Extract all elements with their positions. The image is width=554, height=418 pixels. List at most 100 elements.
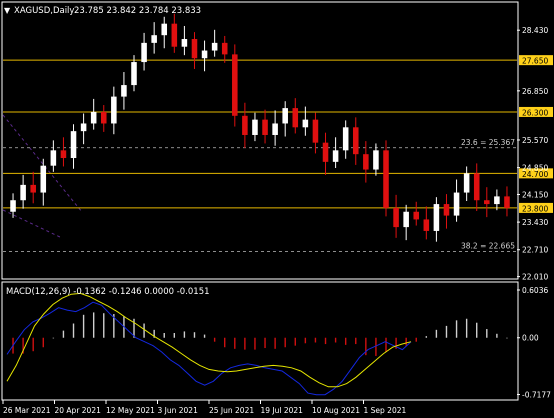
price-tick-label: 28.430 [522, 26, 548, 35]
candle-bull [201, 50, 208, 59]
candle-bull [121, 85, 127, 97]
candle-bull [211, 42, 218, 51]
macd-bar-positive [72, 323, 75, 338]
candle-bull [10, 200, 16, 212]
time-tick-label: 19 Jul 2021 [261, 406, 304, 415]
price-tick-label: 22.710 [522, 246, 548, 255]
macd-bar-positive [193, 332, 196, 338]
candle-bull [342, 127, 349, 151]
macd-bar-negative [213, 337, 216, 342]
candle-bear [423, 219, 430, 231]
macd-bar-negative [254, 337, 256, 350]
candle-bear [473, 173, 480, 201]
candle-bull [252, 119, 258, 135]
candle-bear [383, 150, 389, 208]
candle-bull [50, 150, 57, 166]
time-tick-label: 10 Aug 2021 [312, 406, 360, 415]
macd-bar-positive [52, 337, 55, 339]
candle-bull [433, 204, 440, 231]
macd-bar-negative [314, 337, 317, 343]
macd-bar-positive [183, 331, 186, 338]
candle-bull [494, 196, 500, 205]
candle-bear [312, 119, 319, 143]
candle-bear [363, 154, 369, 170]
candle-bull [20, 184, 26, 201]
macd-tick-label: -0.7177 [522, 391, 551, 400]
candle-bull [373, 150, 379, 170]
macd-bar-negative [294, 337, 296, 346]
menu-arrow-icon[interactable]: ▼ [4, 6, 11, 15]
candle-bear [292, 108, 299, 128]
candle-bull [272, 123, 278, 135]
macd-bar-positive [486, 329, 488, 338]
time-tick-label: 20 Apr 2021 [55, 406, 102, 415]
candle-bull [453, 192, 460, 216]
macd-bar-negative [234, 337, 236, 349]
macd-bar-positive [203, 334, 206, 338]
macd-tick-label: 0.00 [522, 334, 539, 343]
macd-bar-negative [244, 337, 246, 350]
candle-bear [60, 150, 67, 159]
candle-bull [151, 35, 157, 43]
macd-bar-positive [455, 320, 458, 338]
price-tick-label: 26.850 [522, 87, 548, 96]
price-tick-label: 23.430 [522, 218, 548, 227]
level-price-label: 23.800 [522, 204, 548, 213]
candle-bull [161, 23, 168, 36]
candle-bear [322, 142, 329, 162]
macd-bar-positive [92, 312, 95, 338]
candle-bear [30, 184, 36, 193]
macd-bar-positive [435, 329, 438, 338]
candle-bear [504, 196, 510, 208]
candle-bear [242, 115, 248, 135]
macd-bar-positive [62, 330, 65, 338]
macd-bar-positive [163, 333, 165, 338]
macd-bar-negative [224, 337, 226, 348]
macd-bar-negative [375, 337, 377, 356]
macd-bar-positive [143, 323, 145, 338]
candle-bull [131, 62, 137, 86]
macd-title: MACD(12,26,9) -0.1362 -0.1246 0.0000 -0.… [6, 287, 210, 297]
time-tick-label: 26 Mar 2021 [3, 406, 51, 415]
candle-bear [262, 119, 268, 135]
macd-bar-negative [415, 337, 417, 342]
time-tick-label: 1 Sep 2021 [364, 406, 407, 415]
price-tick-label: 24.850 [522, 164, 548, 173]
candle-bear [221, 42, 228, 55]
macd-bar-negative [264, 337, 266, 349]
macd-bar-negative [304, 337, 307, 344]
candle-bull [40, 165, 47, 193]
macd-bar-positive [496, 333, 498, 338]
candle-bull [70, 131, 77, 159]
macd-bar-positive [82, 314, 85, 338]
ohlc-values: 23.785 23.842 23.784 23.833 [74, 6, 201, 16]
macd-bar-positive [173, 333, 176, 338]
candle-bear [100, 111, 107, 124]
candle-bull [403, 211, 409, 228]
level-price-label: 27.650 [522, 57, 548, 66]
macd-bar-positive [465, 318, 468, 338]
candle-bull [141, 42, 147, 63]
trading-chart[interactable]: 27.65026.30024.70023.80023.6 = 25.36738.… [0, 0, 554, 418]
price-tick-label: 22.010 [522, 273, 548, 282]
candle-bull [181, 39, 188, 47]
candle-bear [352, 127, 359, 155]
candle-bear [484, 200, 490, 205]
macd-bar-negative [405, 337, 407, 346]
candle-bear [413, 211, 420, 220]
macd-bar-positive [476, 322, 478, 338]
macd-bar-positive [506, 337, 508, 339]
candle-bear [393, 207, 399, 228]
macd-bar-negative [274, 337, 276, 349]
macd-bar-negative [42, 337, 44, 348]
level-price-label: 26.300 [522, 108, 548, 117]
macd-bar-negative [324, 337, 327, 345]
candle-bull [80, 123, 87, 132]
candle-bull [282, 108, 288, 124]
price-tick-label: 24.150 [522, 190, 548, 199]
chart-background [0, 0, 554, 418]
fib-level-label: 38.2 = 22.665 [461, 241, 515, 250]
macd-bar-negative [334, 337, 337, 343]
candle-bull [111, 96, 117, 124]
macd-bar-positive [103, 313, 105, 338]
